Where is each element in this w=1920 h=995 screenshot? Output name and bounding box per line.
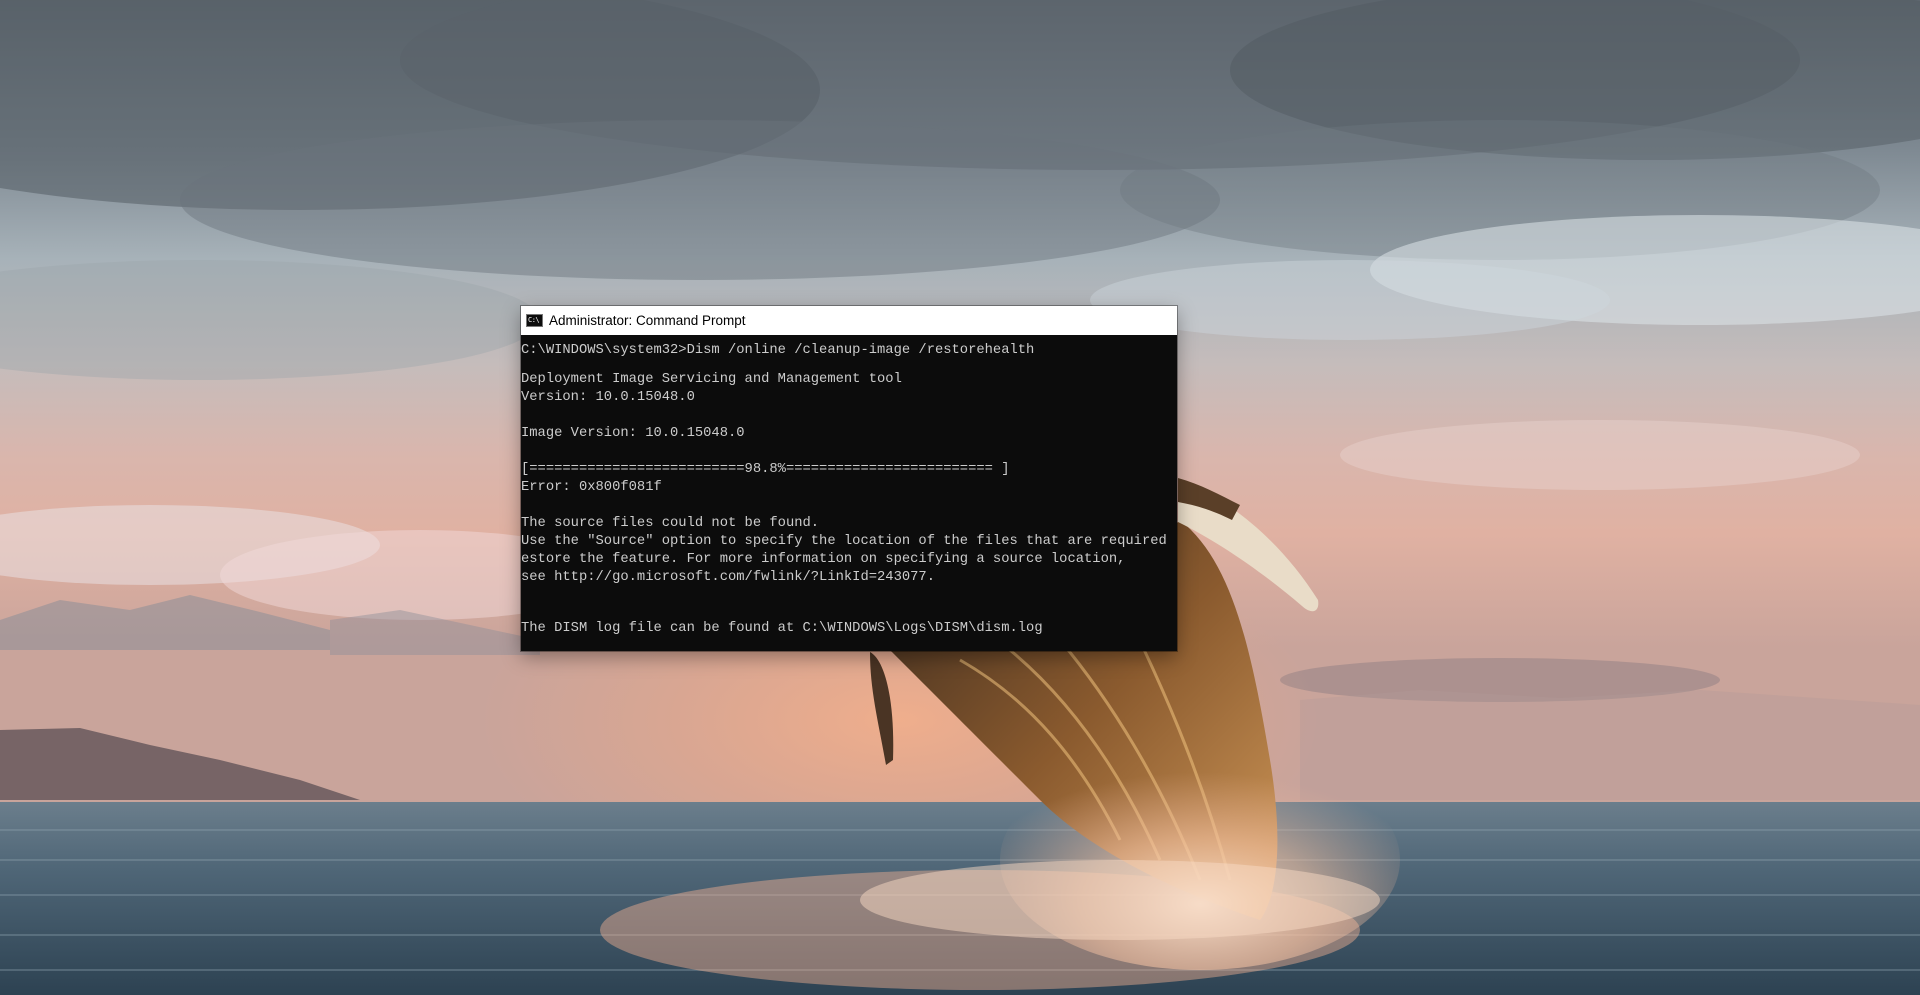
- console-line: Deployment Image Servicing and Managemen…: [521, 372, 902, 387]
- console-line: The DISM log file can be found at C:\WIN…: [521, 621, 1043, 636]
- command-prompt-window[interactable]: C:\ Administrator: Command Prompt C:\WIN…: [521, 306, 1177, 651]
- console-line: Error: 0x800f081f: [521, 480, 662, 495]
- console-line: Version: 10.0.15048.0: [521, 390, 695, 405]
- console-output[interactable]: C:\WINDOWS\system32>Dism /online /cleanu…: [521, 335, 1177, 651]
- console-line: see http://go.microsoft.com/fwlink/?Link…: [521, 570, 935, 585]
- console-line: Use the "Source" option to specify the l…: [521, 534, 1167, 549]
- console-line: [==========================98.8%========…: [521, 462, 1010, 477]
- console-line: estore the feature. For more information…: [521, 552, 1126, 567]
- console-line: C:\WINDOWS\system32>Dism /online /cleanu…: [521, 343, 1035, 358]
- console-line: Image Version: 10.0.15048.0: [521, 426, 745, 441]
- console-line: The source files could not be found.: [521, 516, 820, 531]
- window-title: Administrator: Command Prompt: [549, 313, 746, 328]
- cmd-prompt-icon: C:\: [526, 314, 543, 327]
- window-titlebar[interactable]: C:\ Administrator: Command Prompt: [521, 306, 1177, 335]
